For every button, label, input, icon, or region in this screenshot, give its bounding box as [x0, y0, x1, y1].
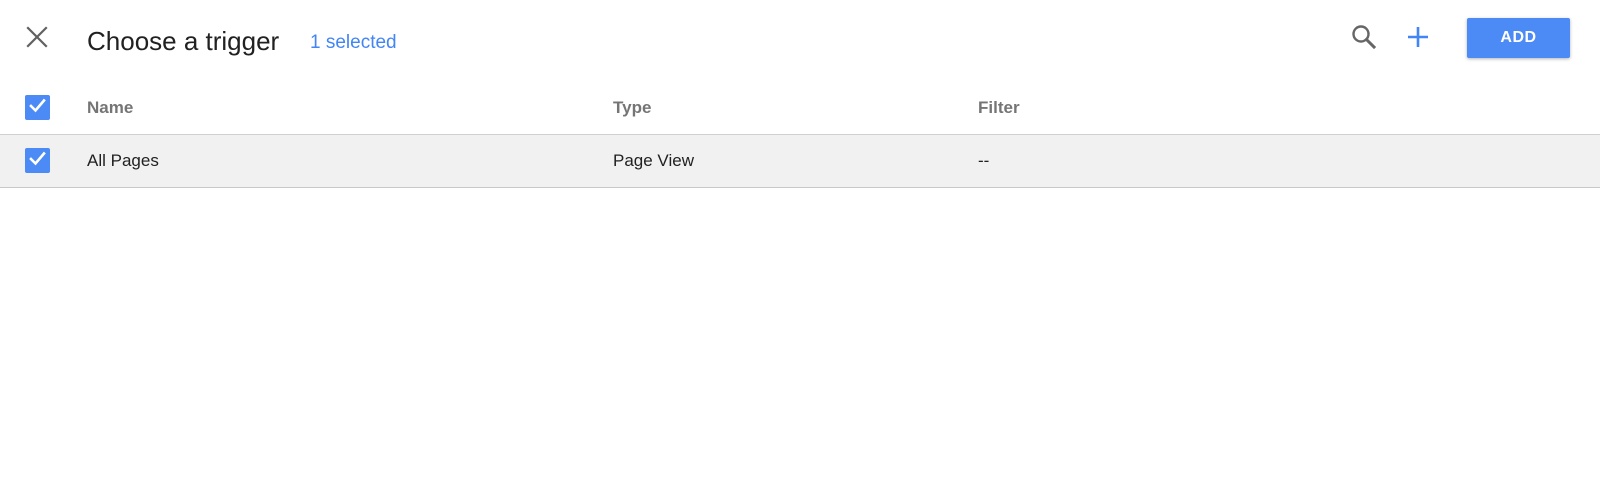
row-type: Page View	[613, 151, 694, 170]
column-header-name[interactable]: Name	[87, 98, 133, 118]
dialog-title: Choose a trigger	[87, 26, 280, 56]
row-checkbox[interactable]	[25, 148, 50, 173]
check-icon	[28, 96, 47, 120]
search-icon	[1351, 24, 1377, 55]
row-name: All Pages	[87, 151, 159, 170]
column-header-filter[interactable]: Filter	[978, 98, 1020, 118]
trigger-picker-dialog: Choose a trigger 1 selected ADD Name Typ…	[0, 0, 1600, 482]
dialog-header: Choose a trigger 1 selected ADD	[0, 0, 1600, 82]
column-header-type[interactable]: Type	[613, 98, 651, 118]
plus-icon	[1406, 25, 1430, 54]
close-button[interactable]	[20, 22, 54, 56]
check-icon	[28, 149, 47, 173]
selected-count: 1 selected	[310, 32, 397, 53]
select-all-checkbox[interactable]	[25, 95, 50, 120]
row-filter: --	[978, 151, 990, 170]
trigger-table: Name Type Filter All Pages Page View --	[0, 82, 1600, 188]
table-row[interactable]: All Pages Page View --	[0, 135, 1600, 188]
close-icon	[26, 25, 48, 53]
add-button[interactable]: ADD	[1467, 18, 1570, 58]
table-header: Name Type Filter	[0, 82, 1600, 135]
create-trigger-button[interactable]	[1403, 24, 1433, 54]
search-button[interactable]	[1349, 24, 1379, 54]
